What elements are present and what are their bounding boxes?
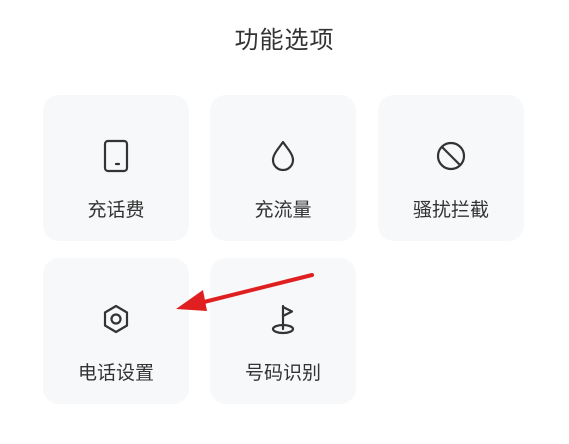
block-icon <box>378 139 524 173</box>
tile-label: 充流量 <box>254 199 312 221</box>
droplet-icon <box>210 139 356 173</box>
spam-block-button[interactable]: 骚扰拦截 <box>378 95 524 241</box>
phone-settings-button[interactable]: 电话设置 <box>43 258 189 404</box>
phone-icon <box>43 139 189 173</box>
tile-label: 充话费 <box>87 199 145 221</box>
tile-label: 骚扰拦截 <box>412 199 489 221</box>
recharge-phone-bill-button[interactable]: 充话费 <box>43 95 189 241</box>
tile-label: 号码识别 <box>244 362 321 384</box>
flag-pin-icon <box>210 302 356 336</box>
page-title: 功能选项 <box>234 26 335 54</box>
number-identification-button[interactable]: 号码识别 <box>210 258 356 404</box>
function-options-page: 功能选项 充话费 充流量 骚扰拦截 电话设置 号码识别 <box>0 0 569 444</box>
tile-label: 电话设置 <box>77 362 154 384</box>
gear-icon <box>43 302 189 336</box>
recharge-data-button[interactable]: 充流量 <box>210 95 356 241</box>
